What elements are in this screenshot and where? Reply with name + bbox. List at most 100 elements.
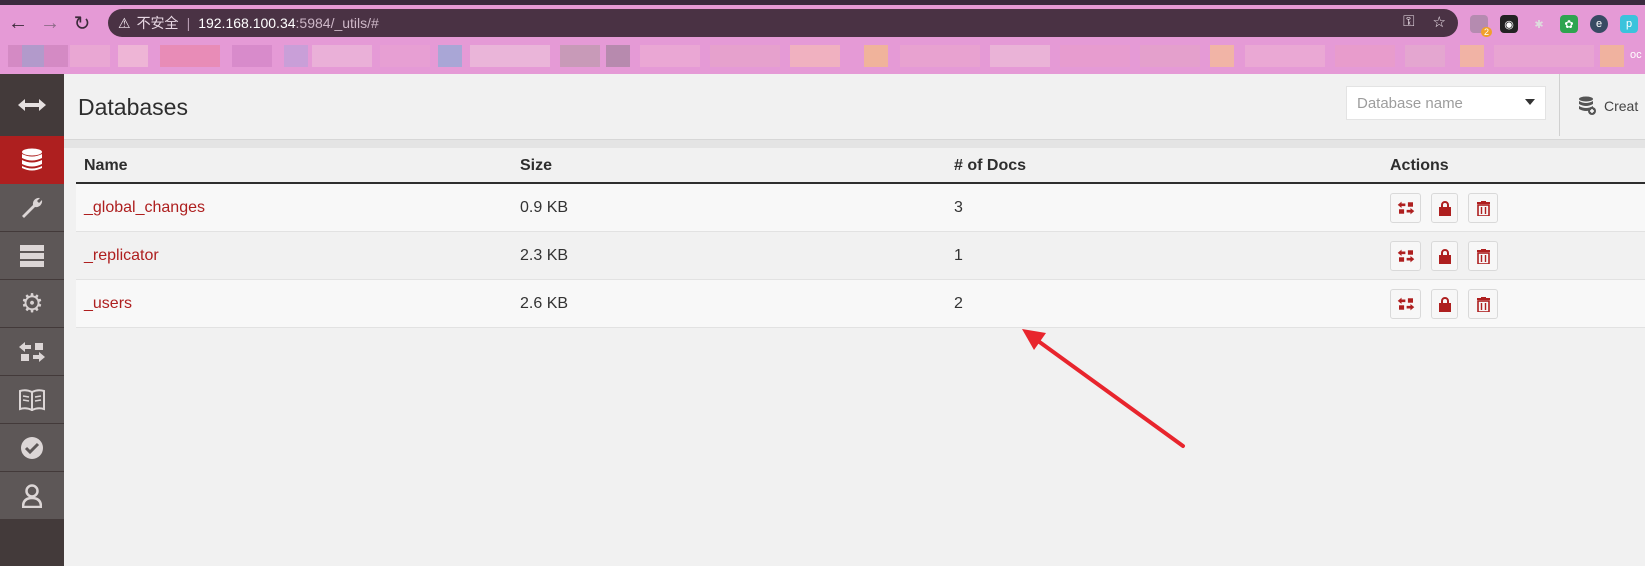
lock-icon (1438, 296, 1451, 312)
delete-button[interactable] (1468, 193, 1498, 223)
e-extension-icon[interactable]: e (1590, 15, 1608, 33)
puzzle-extension-icon[interactable]: ✱ (1530, 15, 1548, 33)
url-path: :5984/_utils/# (295, 15, 379, 31)
bookmark-item[interactable] (438, 45, 462, 67)
database-size: 2.6 KB (520, 295, 569, 312)
sidebar-toggle[interactable] (0, 74, 64, 136)
bookmark-item[interactable] (900, 45, 980, 67)
bookmark-item[interactable] (1460, 45, 1484, 67)
replicate-button[interactable] (1390, 193, 1421, 223)
bookmark-item[interactable] (232, 45, 272, 67)
evernote-extension-icon[interactable]: ✿ (1560, 15, 1578, 33)
sidebar-item-active-tasks[interactable] (0, 232, 64, 280)
database-doc-count: 1 (954, 247, 963, 264)
server-stack-icon (20, 244, 44, 267)
p-extension-icon[interactable]: p (1620, 15, 1638, 33)
bookmark-item[interactable] (380, 45, 430, 67)
forward-icon[interactable]: → (36, 9, 64, 37)
replicate-button[interactable] (1390, 289, 1421, 319)
replicate-button[interactable] (1390, 241, 1421, 271)
bookmark-item[interactable] (864, 45, 888, 67)
collapse-arrows-icon (18, 99, 46, 111)
extension-icons: 2 ◉ ✱ ✿ e p (1470, 15, 1638, 37)
bookmarks-bar: oc (0, 41, 1645, 74)
sidebar: ⚙ (0, 74, 64, 566)
replication-icon (1397, 201, 1414, 215)
database-link[interactable]: _global_changes (84, 199, 205, 217)
address-bar[interactable]: ⚠ 不安全 | 192.168.100.34 :5984/_utils/# ⚿ … (108, 9, 1458, 37)
trash-icon (1476, 200, 1490, 216)
permissions-button[interactable] (1431, 193, 1458, 223)
sidebar-item-databases[interactable] (0, 136, 64, 184)
replication-icon (19, 341, 45, 362)
database-name-search[interactable]: Database name (1346, 86, 1546, 120)
key-icon[interactable]: ⚿ (1403, 13, 1414, 31)
permissions-button[interactable] (1431, 289, 1458, 319)
bookmark-item[interactable] (312, 45, 372, 67)
table-row: _global_changes 0.9 KB 3 (76, 184, 1645, 232)
replication-icon (1397, 249, 1414, 263)
lock-icon (1438, 200, 1451, 216)
column-header-name[interactable]: Name (84, 157, 128, 175)
extension-badge-icon[interactable]: 2 (1470, 15, 1492, 37)
bookmark-item[interactable] (1335, 45, 1395, 67)
warning-icon: ⚠ (118, 14, 131, 31)
chevron-down-icon[interactable] (1525, 99, 1535, 105)
database-search-placeholder: Database name (1357, 95, 1463, 112)
delete-button[interactable] (1468, 289, 1498, 319)
sidebar-item-user[interactable] (0, 472, 64, 520)
star-icon[interactable]: ☆ (1433, 13, 1446, 31)
mask-extension-icon[interactable]: ◉ (1500, 15, 1518, 33)
database-link[interactable]: _replicator (84, 247, 159, 265)
database-icon (22, 148, 42, 171)
bookmark-item[interactable] (1210, 45, 1234, 67)
header-divider (1559, 74, 1560, 136)
bookmark-item[interactable] (1494, 45, 1594, 67)
database-link[interactable]: _users (84, 295, 132, 313)
bookmark-item[interactable] (1405, 45, 1445, 67)
bookmark-item[interactable] (710, 45, 780, 67)
bookmark-item[interactable] (606, 45, 630, 67)
extension-badge-count: 2 (1480, 27, 1492, 37)
bookmark-item[interactable] (118, 45, 148, 67)
bookmark-item[interactable] (284, 45, 308, 67)
sidebar-item-replication[interactable] (0, 328, 64, 376)
bookmark-item[interactable] (70, 45, 110, 67)
url-separator: | (186, 15, 191, 31)
delete-button[interactable] (1468, 241, 1498, 271)
sidebar-item-config[interactable]: ⚙ (0, 280, 64, 328)
bookmark-item[interactable] (470, 45, 550, 67)
bookmark-item[interactable] (560, 45, 600, 67)
bookmark-item[interactable] (22, 45, 44, 67)
sidebar-item-setup[interactable] (0, 184, 64, 232)
column-header-size[interactable]: Size (520, 157, 552, 175)
url-host: 192.168.100.34 (198, 15, 296, 31)
column-header-docs[interactable]: # of Docs (954, 157, 1026, 175)
page-title: Databases (78, 94, 188, 120)
bookmark-item[interactable] (990, 45, 1050, 67)
back-icon[interactable]: ← (4, 9, 32, 37)
bookmark-item[interactable] (1245, 45, 1325, 67)
bookmark-item[interactable] (640, 45, 700, 67)
check-circle-icon (21, 436, 43, 459)
book-icon (19, 388, 45, 411)
bookmark-item[interactable] (1060, 45, 1130, 67)
wrench-icon (22, 197, 43, 218)
trash-icon (1476, 248, 1490, 264)
database-doc-count: 3 (954, 199, 963, 216)
reload-icon[interactable]: ↻ (68, 9, 96, 37)
sidebar-item-documentation[interactable] (0, 376, 64, 424)
databases-table: Name Size # of Docs Actions _global_chan… (76, 150, 1645, 328)
bookmark-item[interactable] (1600, 45, 1624, 67)
bookmark-item[interactable] (790, 45, 840, 67)
sidebar-item-verify[interactable] (0, 424, 64, 472)
create-database-button[interactable]: Creat (1578, 96, 1638, 116)
bookmark-item[interactable] (1140, 45, 1200, 67)
bookmark-item[interactable] (160, 45, 220, 67)
table-header: Name Size # of Docs Actions (76, 150, 1645, 184)
header-shadow (64, 140, 1645, 148)
insecure-label: 不安全 (136, 15, 179, 31)
permissions-button[interactable] (1431, 241, 1458, 271)
column-header-actions: Actions (1390, 157, 1449, 174)
create-database-label: Creat (1604, 98, 1639, 114)
